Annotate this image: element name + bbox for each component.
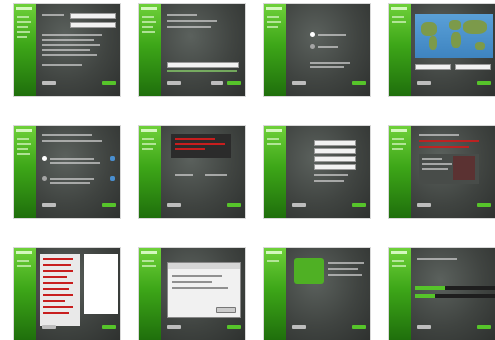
next-button[interactable] (477, 81, 491, 85)
installer-content (411, 126, 495, 218)
next-button[interactable] (102, 325, 116, 329)
next-button[interactable] (352, 81, 366, 85)
option-icon[interactable] (42, 156, 47, 161)
next-button[interactable] (352, 203, 366, 207)
distro-logo (16, 7, 32, 10)
city-select[interactable] (455, 64, 491, 70)
screen-thumbnail-keyboard[interactable] (139, 4, 245, 96)
distro-logo (16, 129, 32, 132)
install-button[interactable] (477, 203, 491, 207)
installer-content (36, 126, 120, 218)
back-button[interactable] (167, 325, 181, 329)
screen-thumbnail-packages[interactable] (264, 248, 370, 340)
distro-logo (141, 251, 157, 254)
back-button[interactable] (167, 81, 181, 85)
distro-logo (391, 7, 407, 10)
screen-thumbnail-welcome[interactable] (14, 4, 120, 96)
installer-content (286, 4, 370, 96)
disk-icon (110, 176, 115, 181)
screen-thumbnail-dialog[interactable] (139, 248, 245, 340)
distro-logo (266, 7, 282, 10)
installer-sidebar (139, 126, 161, 218)
back-button[interactable] (417, 325, 431, 329)
back-button[interactable] (167, 203, 181, 207)
warning-panel (171, 134, 231, 158)
installer-sidebar (264, 248, 286, 340)
radio-icon[interactable] (310, 32, 315, 37)
back-button[interactable] (417, 203, 431, 207)
modal-dialog[interactable] (167, 262, 241, 318)
installer-sidebar (389, 126, 411, 218)
back-button[interactable] (292, 325, 306, 329)
next-button[interactable] (227, 203, 241, 207)
installer-content (411, 4, 495, 96)
back-button[interactable] (42, 325, 56, 329)
installer-content (161, 248, 245, 340)
back-button[interactable] (292, 81, 306, 85)
screen-thumbnail-partitions[interactable] (264, 4, 370, 96)
next-button[interactable] (227, 325, 241, 329)
installer-sidebar (389, 4, 411, 96)
back-button[interactable] (42, 203, 56, 207)
back-button[interactable] (417, 81, 431, 85)
installer-sidebar (389, 248, 411, 340)
screen-thumbnail-progress[interactable] (389, 248, 495, 340)
installer-sidebar (139, 4, 161, 96)
partition-list[interactable] (40, 254, 80, 326)
installer-content (36, 248, 120, 340)
radio-icon[interactable] (310, 44, 315, 49)
username-field[interactable] (314, 148, 356, 154)
distro-logo (391, 251, 407, 254)
installer-content (286, 126, 370, 218)
password-field[interactable] (314, 156, 356, 162)
partition-details[interactable] (84, 254, 118, 314)
installer-content (161, 4, 245, 96)
distro-logo (391, 129, 407, 132)
installer-sidebar (14, 248, 36, 340)
screen-thumbnail-user-setup[interactable] (264, 126, 370, 218)
dialog-ok-button[interactable] (216, 307, 236, 313)
screen-thumbnail-summary[interactable] (389, 126, 495, 218)
back-button[interactable] (42, 81, 56, 85)
details-panel (419, 154, 479, 184)
disk-icon (110, 156, 115, 161)
distro-logo (16, 251, 32, 254)
installer-sidebar (139, 248, 161, 340)
installer-content (411, 248, 495, 340)
distro-logo (266, 129, 282, 132)
progress-fill (415, 286, 445, 290)
distro-logo (266, 251, 282, 254)
distro-logo (141, 7, 157, 10)
installer-content (286, 248, 370, 340)
next-button[interactable] (477, 325, 491, 329)
back-button[interactable] (292, 203, 306, 207)
installer-content (161, 126, 245, 218)
installer-sidebar (14, 126, 36, 218)
option-icon[interactable] (42, 176, 47, 181)
next-button[interactable] (227, 81, 241, 85)
progress-fill (415, 294, 435, 298)
distro-logo (141, 129, 157, 132)
language-field[interactable] (70, 13, 116, 19)
name-field[interactable] (314, 140, 356, 146)
region-select[interactable] (415, 64, 451, 70)
installer-sidebar (14, 4, 36, 96)
cancel-button[interactable] (211, 81, 223, 85)
world-map[interactable] (415, 14, 493, 58)
installer-sidebar (264, 126, 286, 218)
confirm-password-field[interactable] (314, 164, 356, 170)
screen-thumbnail-partition-tool[interactable] (14, 248, 120, 340)
next-button[interactable] (102, 81, 116, 85)
screen-thumbnail-disk-warning[interactable] (139, 126, 245, 218)
next-button[interactable] (352, 325, 366, 329)
next-button[interactable] (102, 203, 116, 207)
installer-content (36, 4, 120, 96)
test-input[interactable] (167, 62, 239, 68)
installer-sidebar (264, 4, 286, 96)
screen-thumbnail-timezone[interactable] (389, 4, 495, 96)
package-banner (294, 258, 324, 284)
keyboard-field[interactable] (70, 22, 116, 28)
screen-thumbnail-install-type[interactable] (14, 126, 120, 218)
